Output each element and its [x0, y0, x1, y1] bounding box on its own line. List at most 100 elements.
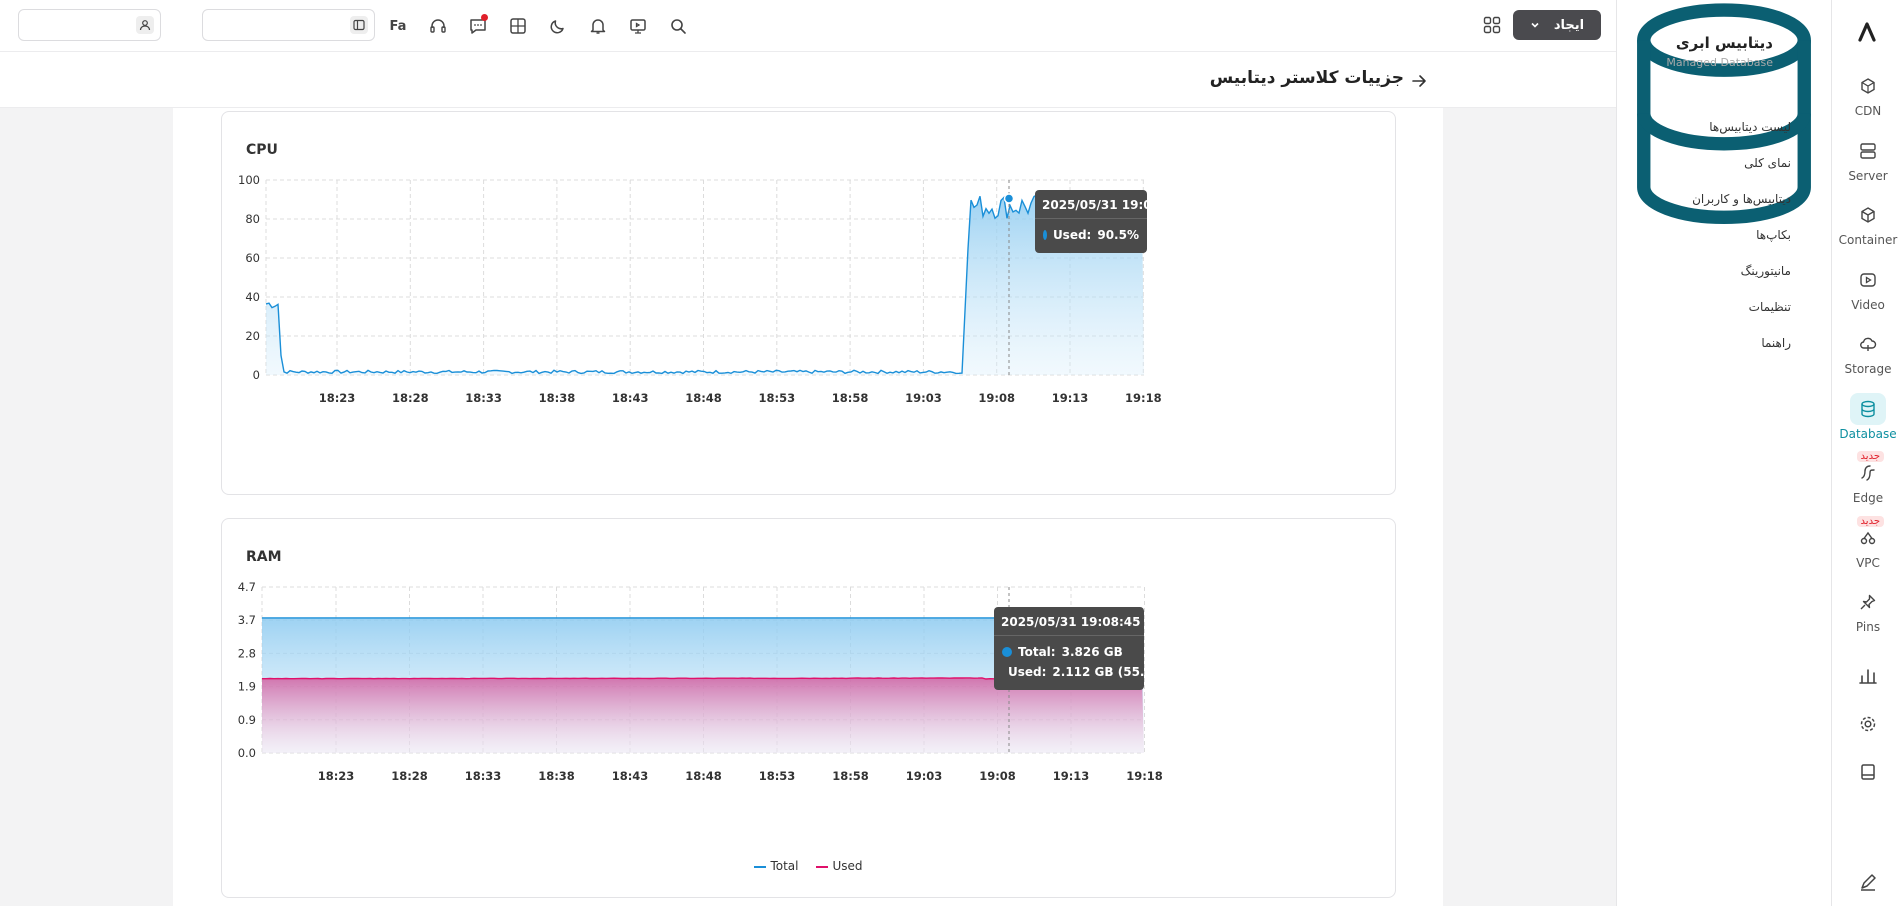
- account-search-input[interactable]: [18, 9, 161, 41]
- section-subtitle: Managed Database: [1666, 56, 1773, 69]
- main-content: CPU 100 80 60 40 20 0 18:23 18:28 18:33 18:38 18:4…: [173, 108, 1443, 906]
- ram-chart: 4.7 3.7 2.8 1.9 0.9 0.0 18:23 18:28 18:33 18:38 18…: [238, 580, 1163, 783]
- x-tick-label: 19:08: [978, 391, 1015, 405]
- notifications-button[interactable]: [578, 14, 618, 38]
- y-tick-label: 40: [245, 290, 260, 304]
- pencil-icon: [1850, 866, 1886, 898]
- legend-item-used[interactable]: Used: [816, 859, 863, 873]
- docs-button[interactable]: [1832, 756, 1903, 816]
- moon-icon: [550, 20, 564, 34]
- x-tick-label: 19:13: [1053, 769, 1090, 783]
- search-icon: [671, 19, 686, 34]
- rail-item-storage[interactable]: Storage: [1832, 328, 1903, 388]
- messages-button[interactable]: [458, 14, 498, 38]
- rail-item-video[interactable]: Video: [1832, 264, 1903, 324]
- rail-item-label: CDN: [1854, 104, 1882, 118]
- tooltip-label: Total:: [1018, 645, 1056, 659]
- x-tick-label: 18:38: [538, 769, 575, 783]
- used-area: [266, 195, 1144, 375]
- x-tick-label: 18:23: [318, 769, 355, 783]
- tooltip-label: Used:: [1008, 665, 1047, 679]
- sidebar-item[interactable]: راهنما: [1692, 336, 1791, 372]
- x-tick-label: 19:18: [1126, 769, 1163, 783]
- sidebar-item[interactable]: دیتابیس‌ها و کاربران: [1692, 192, 1791, 228]
- rail-item-label: Storage: [1844, 362, 1892, 376]
- rail-item-cdn[interactable]: CDN: [1832, 70, 1903, 130]
- rail-item-label: Server: [1848, 168, 1888, 183]
- bar-chart-icon: [1850, 660, 1886, 692]
- brand-logo-icon[interactable]: [1854, 18, 1880, 44]
- monitor-icon: [630, 19, 646, 34]
- video-icon: [1850, 264, 1886, 296]
- create-button[interactable]: ایجاد: [1513, 10, 1601, 40]
- rail-item-container[interactable]: Container: [1832, 199, 1903, 259]
- search-button[interactable]: [658, 14, 698, 38]
- rail-item-pins[interactable]: Pins: [1832, 586, 1903, 646]
- cdn-icon: [1850, 70, 1886, 102]
- ram-chart-card: RAM 4.7 3.7 2.8 1.9 0.9 0.0 18:23 18:28 18:33 18:…: [221, 518, 1396, 898]
- cpu-chart-card: CPU 100 80 60 40 20 0 18:23 18:28 18:33 18:38 18:4…: [221, 111, 1396, 495]
- rail-item-server[interactable]: Server: [1832, 135, 1903, 195]
- sidebar-item[interactable]: نمای کلی: [1692, 156, 1791, 192]
- gear-icon: [1850, 708, 1886, 740]
- tooltip-row: Used: 90.5%: [1035, 225, 1147, 245]
- x-tick-label: 18:28: [392, 391, 429, 405]
- x-tick-label: 19:08: [979, 769, 1016, 783]
- y-tick-label: 2.8: [238, 646, 256, 660]
- section-title: دیتابیس ابری: [1675, 34, 1773, 52]
- x-tick-label: 18:28: [391, 769, 428, 783]
- tooltip-value: 2.112 GB (55.21%): [1052, 665, 1179, 679]
- y-tick-label: 100: [238, 173, 260, 187]
- user-icon: [136, 16, 154, 34]
- theme-toggle[interactable]: [538, 14, 578, 38]
- tooltip-row: Total: 3.826 GB: [994, 642, 1144, 662]
- rail-item-label: Edge: [1852, 491, 1884, 505]
- storage-icon: [1850, 328, 1886, 360]
- arrow-right-icon[interactable]: [1410, 72, 1428, 90]
- book-icon: [1850, 756, 1886, 788]
- secondary-sidebar: دیتابیس ابری Managed Database لیست دیتاب…: [1616, 0, 1831, 906]
- legend-item-total[interactable]: Total: [754, 859, 798, 873]
- sidebar-item[interactable]: مانیتورینگ: [1692, 264, 1791, 300]
- rail-item-vpc[interactable]: جدید VPC: [1832, 515, 1903, 582]
- x-tick-label: 19:18: [1125, 391, 1162, 405]
- x-tick-label: 18:53: [758, 391, 795, 405]
- y-tick-label: 0.9: [238, 713, 256, 727]
- headset-icon: [430, 19, 446, 33]
- calculator-button[interactable]: [498, 14, 538, 38]
- rail-item-edge[interactable]: جدید Edge: [1832, 451, 1903, 517]
- chart-tooltip: 2025/05/31 19:08:45 Used: 90.5%: [1035, 190, 1181, 253]
- chart-tooltip: 2025/05/31 19:08:45 Total: 3.826 GB Used…: [994, 607, 1179, 690]
- tooltip-value: 3.826 GB: [1061, 645, 1123, 659]
- container-icon: [1850, 199, 1886, 231]
- rail-item-label: Database: [1839, 426, 1897, 441]
- x-tick-label: 19:03: [905, 391, 942, 405]
- edge-icon: جدید: [1850, 451, 1886, 489]
- apps-grid-icon[interactable]: [1483, 16, 1501, 34]
- create-button-label: ایجاد: [1553, 17, 1585, 33]
- project-select-input[interactable]: [202, 9, 375, 41]
- x-tick-label: 18:43: [612, 391, 649, 405]
- y-tick-label: 60: [245, 251, 260, 265]
- sidebar-item[interactable]: تنظیمات: [1692, 300, 1791, 336]
- x-tick-label: 18:43: [612, 769, 649, 783]
- x-tick-label: 18:33: [465, 769, 502, 783]
- y-tick-label: 0: [253, 368, 260, 382]
- used-swatch: [1043, 230, 1047, 240]
- sidebar-item[interactable]: بکاپ‌ها: [1692, 228, 1791, 264]
- tooltip-row: Used: 2.112 GB (55.21%): [994, 662, 1179, 682]
- page-title: جزییات کلاستر دیتابیس: [1209, 68, 1404, 88]
- x-tick-label: 18:48: [685, 769, 722, 783]
- rail-item-database[interactable]: Database: [1832, 392, 1903, 453]
- language-toggle[interactable]: Fa: [378, 14, 418, 38]
- console-button[interactable]: [618, 14, 658, 38]
- chevron-down-icon: [1531, 22, 1539, 28]
- vpc-icon: جدید: [1850, 515, 1886, 554]
- sidebar-item[interactable]: لیست دیتابیس‌ها: [1692, 120, 1791, 156]
- support-button[interactable]: [418, 14, 458, 38]
- pin-icon: [1850, 586, 1886, 618]
- edit-button[interactable]: [1832, 866, 1903, 906]
- y-tick-label: 4.7: [238, 580, 256, 594]
- x-tick-label: 19:13: [1052, 391, 1089, 405]
- x-tick-label: 18:53: [759, 769, 796, 783]
